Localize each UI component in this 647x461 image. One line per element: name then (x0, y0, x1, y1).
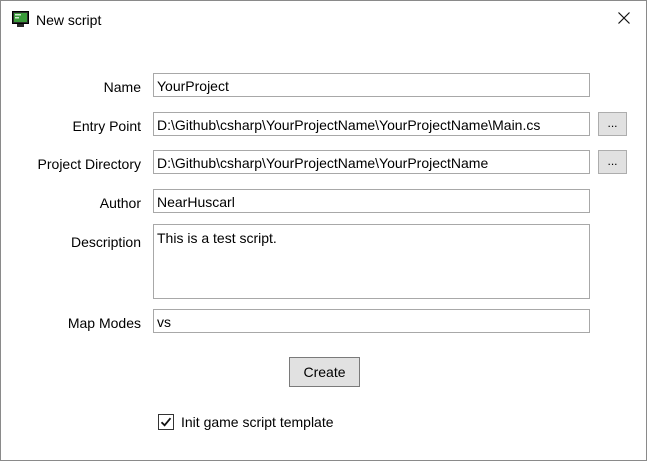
close-icon (618, 11, 630, 29)
map-modes-field[interactable]: vs (153, 309, 590, 333)
title-bar: New script (1, 1, 646, 39)
description-label: Description (70, 234, 141, 250)
entry-point-label: Entry Point (72, 118, 141, 134)
browse-entry-point-button[interactable]: ... (598, 112, 627, 136)
window-title: New script (36, 12, 102, 28)
new-script-dialog: New script Name YourProject Entry Point … (0, 0, 647, 461)
map-modes-label: Map Modes (67, 315, 141, 331)
close-button[interactable] (605, 3, 643, 37)
name-field[interactable]: YourProject (153, 73, 590, 97)
browse-project-directory-button[interactable]: ... (598, 150, 627, 174)
create-button[interactable]: Create (289, 357, 360, 387)
project-directory-label: Project Directory (37, 156, 141, 172)
name-label: Name (103, 79, 141, 95)
author-field[interactable]: NearHuscarl (153, 189, 590, 213)
author-label: Author (99, 195, 141, 211)
init-template-label[interactable]: Init game script template (181, 414, 334, 430)
entry-point-field[interactable]: D:\Github\csharp\YourProjectName\YourPro… (153, 112, 590, 136)
project-directory-field[interactable]: D:\Github\csharp\YourProjectName\YourPro… (153, 150, 590, 174)
init-template-checkbox[interactable] (158, 414, 174, 430)
terminal-window-icon (12, 11, 29, 28)
description-textarea[interactable]: This is a test script. (153, 224, 590, 299)
